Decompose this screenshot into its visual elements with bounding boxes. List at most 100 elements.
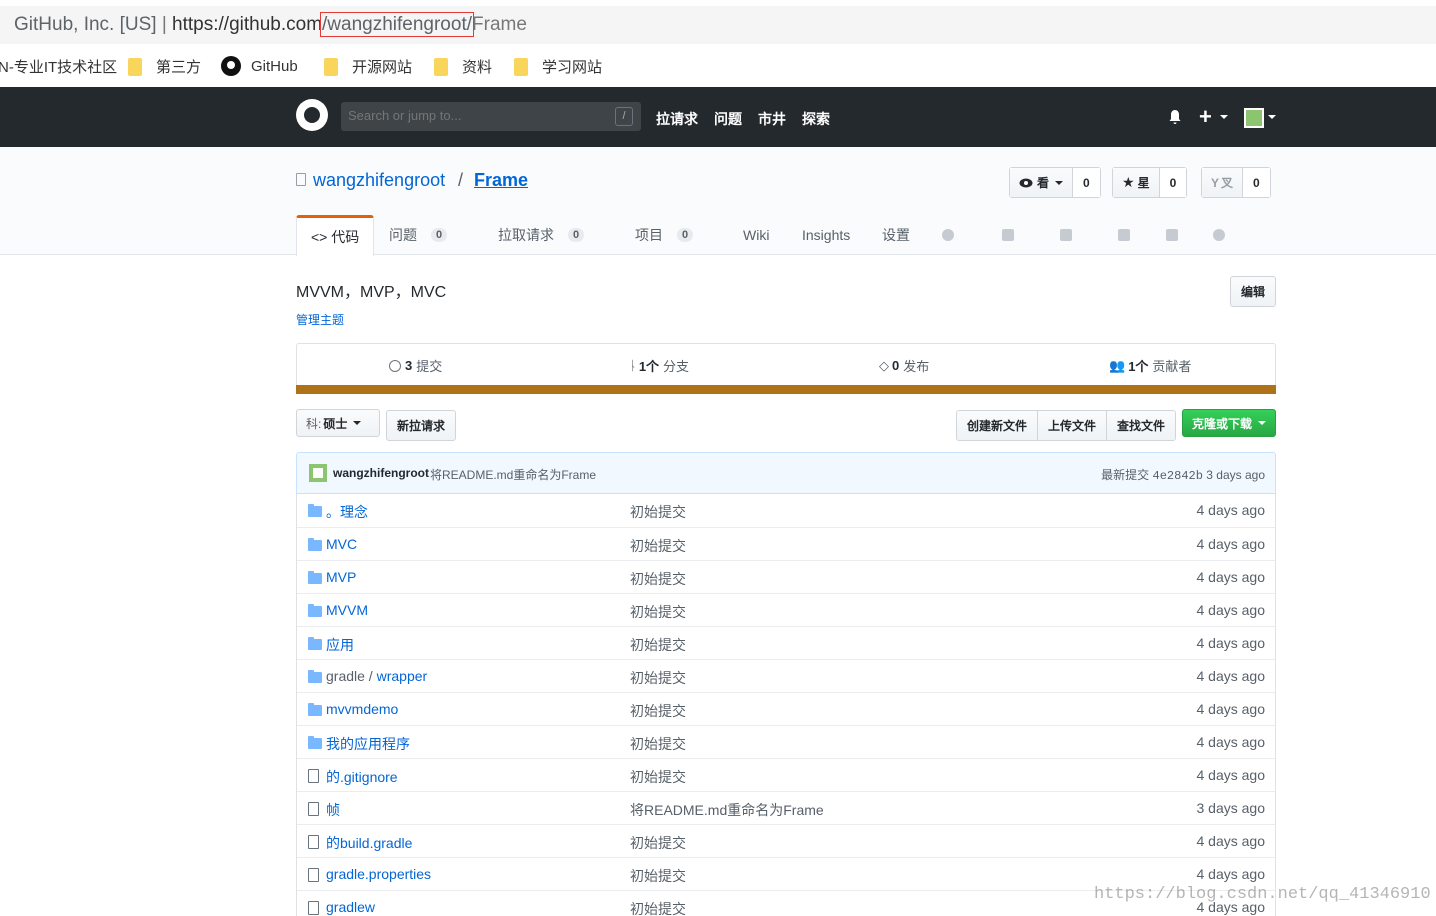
nav-marketplace[interactable]: 市井 <box>758 109 786 129</box>
file-commit-message[interactable]: 初始提交 <box>630 866 686 886</box>
tab-projects-counter: 0 <box>677 228 694 242</box>
upload-files-button[interactable]: 上传文件 <box>1038 411 1108 440</box>
file-name: 帧 <box>326 802 340 818</box>
file-age: 4 days ago <box>1196 833 1266 849</box>
language-bar[interactable] <box>296 385 1276 394</box>
project-icon[interactable] <box>1060 229 1072 241</box>
bookmark-open-source[interactable]: 开源网站 <box>324 56 412 77</box>
file-commit-message[interactable]: 初始提交 <box>630 569 686 589</box>
bookmark-materials[interactable]: 资料 <box>434 56 492 77</box>
file-name-link[interactable]: MVP <box>326 569 356 585</box>
bookmark-github[interactable]: GitHub <box>221 56 298 76</box>
releases-summary[interactable]: ◇ 0 发布 <box>879 356 929 375</box>
bookmark-label: 学习网站 <box>542 59 603 76</box>
tab-settings[interactable]: 设置 <box>882 215 910 255</box>
pull-request-icon[interactable] <box>1002 229 1014 241</box>
file-commit-message[interactable]: 初始提交 <box>630 635 686 655</box>
file-commit-message[interactable]: 初始提交 <box>630 899 686 916</box>
bookmark-csdn[interactable]: N-专业IT技术社区 <box>0 56 117 77</box>
tab-projects[interactable]: 项目 0 <box>635 215 694 255</box>
commits-summary[interactable]: 3 提交 <box>389 356 442 375</box>
commit-author[interactable]: wangzhifengroot <box>333 466 429 480</box>
file-name-link[interactable]: MVVM <box>326 602 368 618</box>
commit-sha[interactable]: 4e2842b <box>1153 469 1203 483</box>
commit-message[interactable]: 将README.md重命名为Frame <box>430 466 596 483</box>
nav-explore[interactable]: 探索 <box>802 109 830 129</box>
bookmark-label: 资料 <box>462 59 493 76</box>
contributors-summary[interactable]: 👥 1个 贡献者 <box>1109 356 1191 375</box>
new-pull-request-button[interactable]: 新拉请求 <box>386 410 456 441</box>
file-name-link[interactable]: MVC <box>326 536 357 552</box>
graph-icon[interactable] <box>1166 229 1178 241</box>
file-name-link[interactable]: 应用 <box>326 635 354 655</box>
issue-icon[interactable] <box>942 229 954 241</box>
file-commit-message[interactable]: 初始提交 <box>630 536 686 556</box>
bookmark-third-party[interactable]: 第三方 <box>128 56 201 77</box>
fork-count[interactable]: 0 <box>1243 168 1270 197</box>
repo-name-link[interactable]: Frame <box>474 170 528 191</box>
github-logo-icon[interactable] <box>296 99 328 131</box>
avatar[interactable] <box>309 464 327 482</box>
tab-code-label: <> 代码 <box>311 229 360 245</box>
plus-icon[interactable]: + <box>1199 104 1212 130</box>
file-commit-message[interactable]: 初始提交 <box>630 767 686 787</box>
watch-button[interactable]: 看 <box>1010 168 1074 197</box>
file-icon <box>308 802 319 816</box>
file-name-link[interactable]: 的.gitignore <box>326 767 398 787</box>
branches-summary[interactable]: ᚿ 1个 分支 <box>629 356 689 375</box>
bookmark-label: 开源网站 <box>352 59 413 76</box>
file-name-link[interactable]: 我的应用程序 <box>326 734 410 754</box>
file-name-link[interactable]: 。理念 <box>326 502 368 522</box>
gear-icon[interactable] <box>1213 229 1225 241</box>
search-input[interactable] <box>348 108 598 123</box>
file-name-link[interactable]: gradle / wrapper <box>326 668 427 684</box>
file-name-link[interactable]: 的build.gradle <box>326 833 412 853</box>
file-commit-message[interactable]: 初始提交 <box>630 833 686 853</box>
file-name-link[interactable]: gradle.properties <box>326 866 431 882</box>
table-row: 。理念 初始提交 4 days ago <box>297 494 1275 527</box>
tab-code[interactable]: <> 代码 <box>296 215 375 256</box>
nav-pull-requests[interactable]: 拉请求 <box>656 109 698 129</box>
clone-download-button[interactable]: 克隆或下载 <box>1182 409 1276 437</box>
folder-icon <box>308 604 322 617</box>
file-name: 。理念 <box>326 504 368 520</box>
fork-button[interactable]: Y 叉 <box>1202 168 1244 197</box>
manage-topics-link[interactable]: 管理主题 <box>296 311 344 328</box>
file-name-link[interactable]: mvvmdemo <box>326 701 398 717</box>
branch-select-button[interactable]: 科: 硕士 <box>296 409 380 437</box>
tab-insights[interactable]: Insights <box>802 215 850 255</box>
tab-wiki[interactable]: Wiki <box>743 215 769 255</box>
browser-address-bar[interactable]: GitHub, Inc. [US] | https://github.com/w… <box>0 0 1436 44</box>
file-commit-message[interactable]: 初始提交 <box>630 734 686 754</box>
file-commit-message[interactable]: 初始提交 <box>630 668 686 688</box>
star-button[interactable]: ★ 星 <box>1113 168 1160 197</box>
star-count[interactable]: 0 <box>1159 168 1187 197</box>
file-commit-message[interactable]: 将README.md重命名为Frame <box>630 800 824 820</box>
file-name-link[interactable]: gradlew <box>326 899 375 915</box>
find-file-button[interactable]: 查找文件 <box>1107 411 1176 440</box>
bookmark-learning[interactable]: 学习网站 <box>514 56 602 77</box>
file-commit-message[interactable]: 初始提交 <box>630 602 686 622</box>
edit-button[interactable]: 编辑 <box>1230 276 1276 307</box>
file-commit-message[interactable]: 初始提交 <box>630 502 686 522</box>
folder-icon <box>128 57 142 76</box>
bookmark-label: 第三方 <box>156 59 202 76</box>
bell-icon[interactable] <box>1168 109 1182 125</box>
wiki-icon[interactable] <box>1118 229 1130 241</box>
tab-pull-requests[interactable]: 拉取请求 0 <box>498 215 585 255</box>
watch-count[interactable]: 0 <box>1073 168 1100 197</box>
file-commit-message[interactable]: 初始提交 <box>630 701 686 721</box>
file-list: 。理念 初始提交 4 days ago MVC 初始提交 4 days ago MVP 初始提… <box>296 494 1276 916</box>
url-text[interactable]: GitHub, Inc. [US] | https://github.com/w… <box>14 12 527 37</box>
nav-issues[interactable]: 问题 <box>714 109 742 129</box>
url-path-rest: Frame <box>472 14 527 35</box>
file-name-link[interactable]: 帧 <box>326 800 340 820</box>
repo-owner-link[interactable]: wangzhifengroot <box>313 170 445 191</box>
tab-issues[interactable]: 问题 0 <box>389 215 448 255</box>
table-row: 帧 将README.md重命名为Frame 3 days ago <box>297 791 1275 824</box>
avatar[interactable] <box>1244 108 1264 128</box>
search-box[interactable]: / <box>341 102 641 131</box>
chevron-down-icon <box>1258 421 1266 425</box>
file-name: 我的应用程序 <box>326 736 410 752</box>
create-file-button[interactable]: 创建新文件 <box>957 411 1039 440</box>
